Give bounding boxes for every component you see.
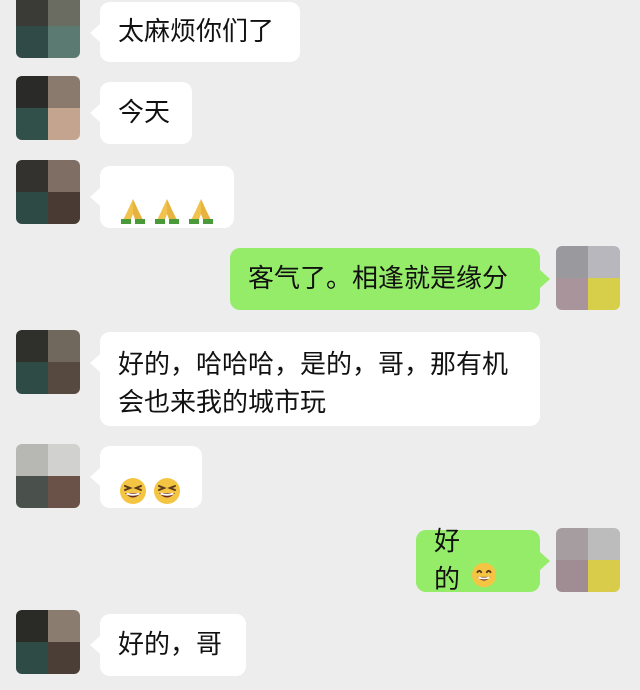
user-avatar[interactable] (556, 528, 620, 592)
incoming-message-bubble[interactable] (90, 166, 234, 228)
user-avatar[interactable] (556, 246, 620, 310)
outgoing-message-bubble[interactable]: 好的 (416, 527, 550, 595)
contact-avatar[interactable] (16, 330, 80, 394)
outgoing-message-bubble[interactable]: 客气了。相逢就是缘分 (230, 248, 550, 310)
incoming-message-bubble[interactable]: 太麻烦你们了 (90, 2, 300, 62)
incoming-message-bubble[interactable]: 好的，哥 (90, 614, 246, 676)
message-text: 太麻烦你们了 (118, 17, 275, 47)
contact-avatar[interactable] (16, 0, 80, 58)
folded-hands-icon (152, 120, 182, 275)
contact-avatar[interactable] (16, 610, 80, 674)
contact-avatar[interactable] (16, 160, 80, 224)
chat-window: 太麻烦你们了 今天 客气了。相逢就是缘分 好的，哈哈哈，是的，哥，那有机会也来我… (0, 0, 640, 690)
incoming-message-bubble[interactable] (90, 446, 202, 508)
message-text: 客气了。相逢就是缘分 (248, 264, 509, 294)
folded-hands-icon (118, 120, 148, 275)
contact-avatar[interactable] (16, 76, 80, 140)
folded-hands-icon (186, 120, 216, 275)
contact-avatar[interactable] (16, 444, 80, 508)
message-text: 好的，哥 (118, 630, 223, 660)
grinning-squinting-icon (118, 400, 150, 555)
message-text: 好的 (434, 527, 461, 595)
grinning-squinting-icon (152, 400, 184, 555)
smiling-face-icon (470, 485, 522, 638)
